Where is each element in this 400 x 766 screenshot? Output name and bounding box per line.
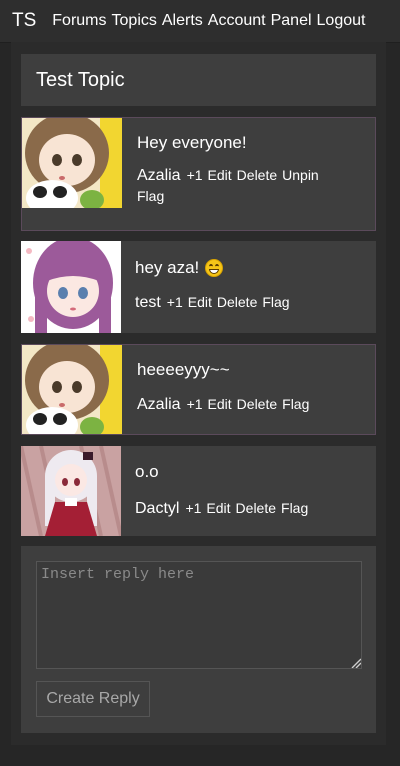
delete-button[interactable]: Delete [217,294,257,310]
nav-alerts[interactable]: Alerts [162,12,203,30]
post-body: Hey everyone! Azalia +1 Edit Delete Unpin Fla… [137,118,367,206]
top-nav: TS Forums Topics Alerts Account Panel Lo… [0,0,400,43]
edit-button[interactable]: Edit [206,500,230,516]
post-message: heeeeyyy~~ [137,360,230,379]
post-body: hey aza! test +1 Edit Delete Flag [135,241,368,313]
edit-button[interactable]: Edit [188,294,212,310]
post-item: Hey everyone! Azalia +1 Edit Delete Unpin Fla… [21,117,376,231]
nav-logout[interactable]: Logout [317,12,366,30]
nav-topics[interactable]: Topics [112,12,157,30]
post-body: o.o Dactyl +1 Edit Delete Flag [135,446,368,519]
reply-input[interactable] [36,561,362,669]
main-panel: Test Topic Hey everyone! Azalia +1 Edit … [11,42,386,745]
post-meta: Azalia +1 Edit Delete Flag [137,394,367,415]
upvote-button[interactable]: +1 [187,396,203,412]
upvote-button[interactable]: +1 [167,294,183,310]
post-author[interactable]: Azalia [137,167,181,184]
flag-button[interactable]: Flag [281,500,308,516]
avatar[interactable] [21,446,121,536]
post-item: hey aza! test +1 Edit Delete Flag [21,241,376,333]
post-meta: Azalia +1 Edit Delete Unpin Flag [137,165,367,206]
avatar[interactable] [21,241,121,333]
grinning-face-icon [205,259,224,277]
post-message: hey aza! [135,258,200,277]
flag-button[interactable]: Flag [282,396,309,412]
post-message: Hey everyone! [137,133,247,152]
post-author[interactable]: Dactyl [135,500,179,517]
post-text: heeeeyyy~~ [137,360,367,380]
flag-button[interactable]: Flag [262,294,289,310]
unpin-button[interactable]: Unpin [282,167,319,183]
resize-grip-icon[interactable] [351,658,361,668]
reply-form: Create Reply [21,546,376,733]
edit-button[interactable]: Edit [208,396,232,412]
post-body: heeeeyyy~~ Azalia +1 Edit Delete Flag [137,345,367,415]
post-message: o.o [135,462,159,481]
edit-button[interactable]: Edit [208,167,232,183]
post-text: Hey everyone! [137,133,367,153]
post-text: o.o [135,462,368,482]
nav-forums[interactable]: Forums [52,12,106,30]
delete-button[interactable]: Delete [237,396,277,412]
brand-logo[interactable]: TS [12,10,36,32]
post-item: o.o Dactyl +1 Edit Delete Flag [21,446,376,536]
avatar[interactable] [22,345,122,434]
post-author[interactable]: Azalia [137,396,181,413]
post-meta: test +1 Edit Delete Flag [135,292,368,313]
post-author[interactable]: test [135,294,161,311]
nav-panel[interactable]: Panel [271,12,312,30]
avatar[interactable] [22,118,122,208]
flag-button[interactable]: Flag [137,188,164,204]
nav-account[interactable]: Account [208,12,266,30]
upvote-button[interactable]: +1 [185,500,201,516]
upvote-button[interactable]: +1 [187,167,203,183]
nav-links: Forums Topics Alerts Account Panel Logou… [52,12,370,30]
post-text: hey aza! [135,258,368,278]
delete-button[interactable]: Delete [236,500,276,516]
create-reply-button[interactable]: Create Reply [36,681,150,717]
post-meta: Dactyl +1 Edit Delete Flag [135,498,368,519]
topic-title: Test Topic [36,68,125,91]
post-item: heeeeyyy~~ Azalia +1 Edit Delete Flag [21,344,376,435]
topic-header: Test Topic [21,54,376,106]
delete-button[interactable]: Delete [237,167,277,183]
